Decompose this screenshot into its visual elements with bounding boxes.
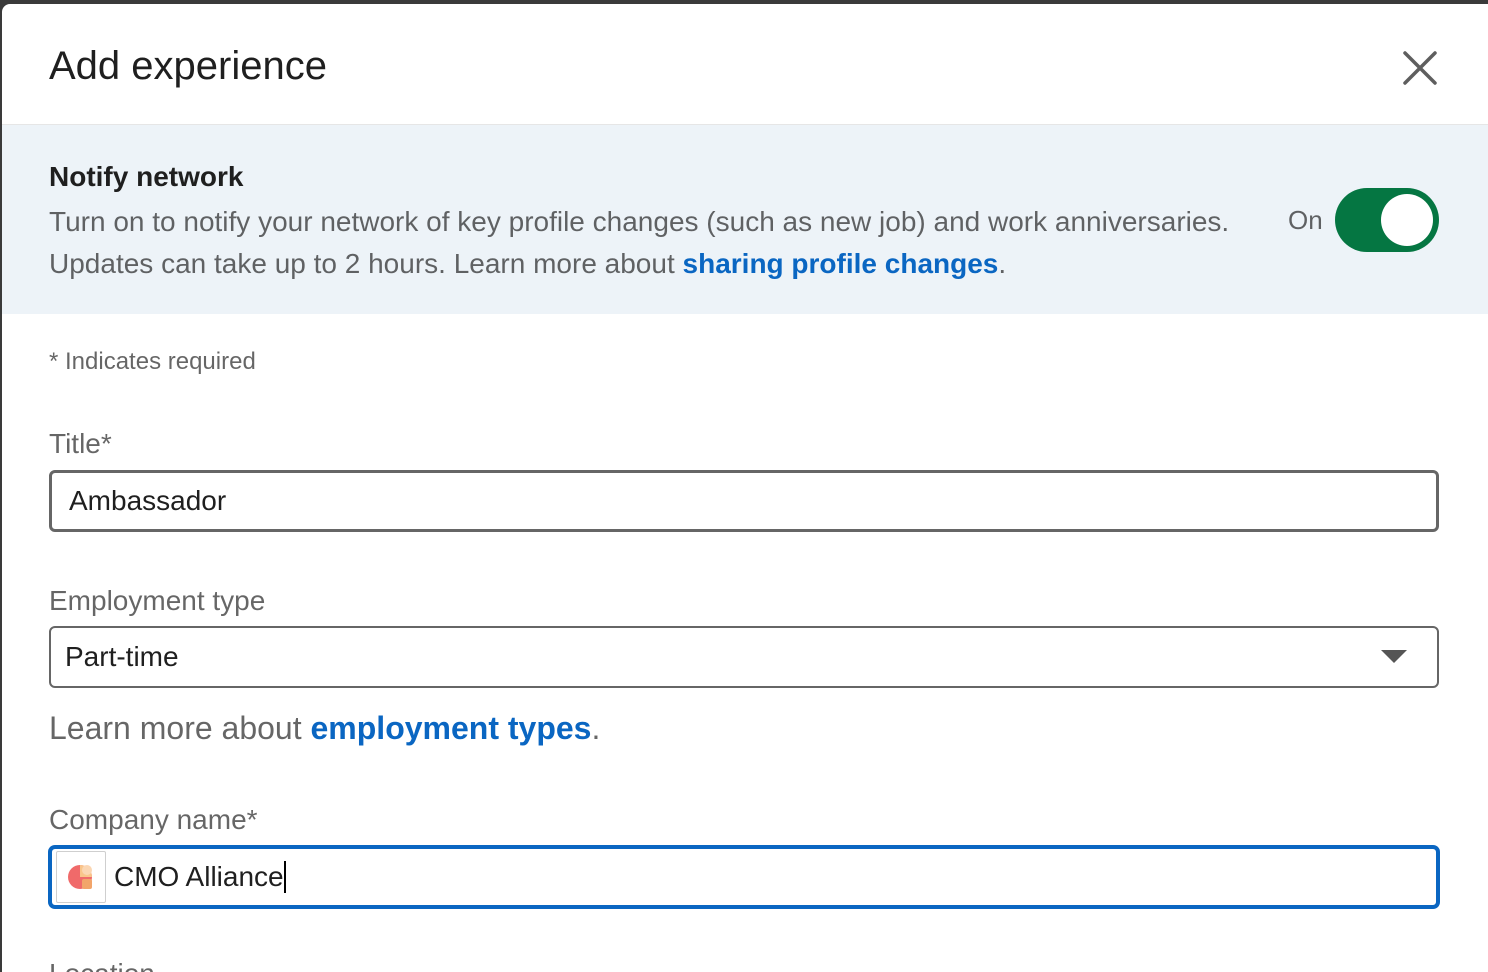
notify-network-banner: Notify network Turn on to notify your ne… — [2, 125, 1488, 314]
add-experience-modal: Add experience Notify network Turn on to… — [2, 4, 1488, 972]
modal-header: Add experience — [2, 4, 1488, 125]
text-cursor — [283, 861, 286, 893]
location-label: Location — [49, 958, 155, 972]
employment-type-label: Employment type — [49, 585, 266, 616]
employment-type-value: Part-time — [65, 641, 179, 672]
notify-description-text: Turn on to notify your network of key pr… — [49, 206, 1230, 279]
notify-toggle[interactable] — [1335, 188, 1439, 252]
notify-period: . — [998, 248, 1007, 279]
employment-types-link[interactable]: employment types — [311, 710, 592, 746]
title-input-value: Ambassador — [69, 485, 227, 516]
toggle-label: On — [1288, 205, 1323, 235]
company-name-label: Company name* — [49, 804, 258, 835]
close-button[interactable] — [1398, 46, 1442, 90]
chevron-down-icon — [1381, 650, 1407, 663]
notify-title: Notify network — [49, 161, 244, 192]
company-name-input[interactable]: CMO Alliance — [49, 846, 1439, 908]
company-name-value: CMO Alliance — [114, 861, 284, 892]
learn-period: . — [591, 710, 601, 746]
company-logo-icon — [68, 865, 92, 889]
employment-type-select[interactable]: Part-time — [49, 626, 1439, 688]
learn-more-employment: Learn more about employment types. — [49, 710, 600, 747]
title-label: Title* — [49, 428, 112, 459]
close-icon — [1403, 51, 1437, 85]
modal-title: Add experience — [49, 44, 327, 88]
learn-prefix: Learn more about — [49, 710, 311, 746]
toggle-knob — [1381, 194, 1433, 246]
title-input[interactable]: Ambassador — [49, 470, 1439, 532]
required-note: * Indicates required — [49, 348, 256, 375]
sharing-profile-changes-link[interactable]: sharing profile changes — [683, 248, 999, 279]
company-logo — [56, 851, 106, 903]
notify-description: Turn on to notify your network of key pr… — [49, 201, 1239, 285]
